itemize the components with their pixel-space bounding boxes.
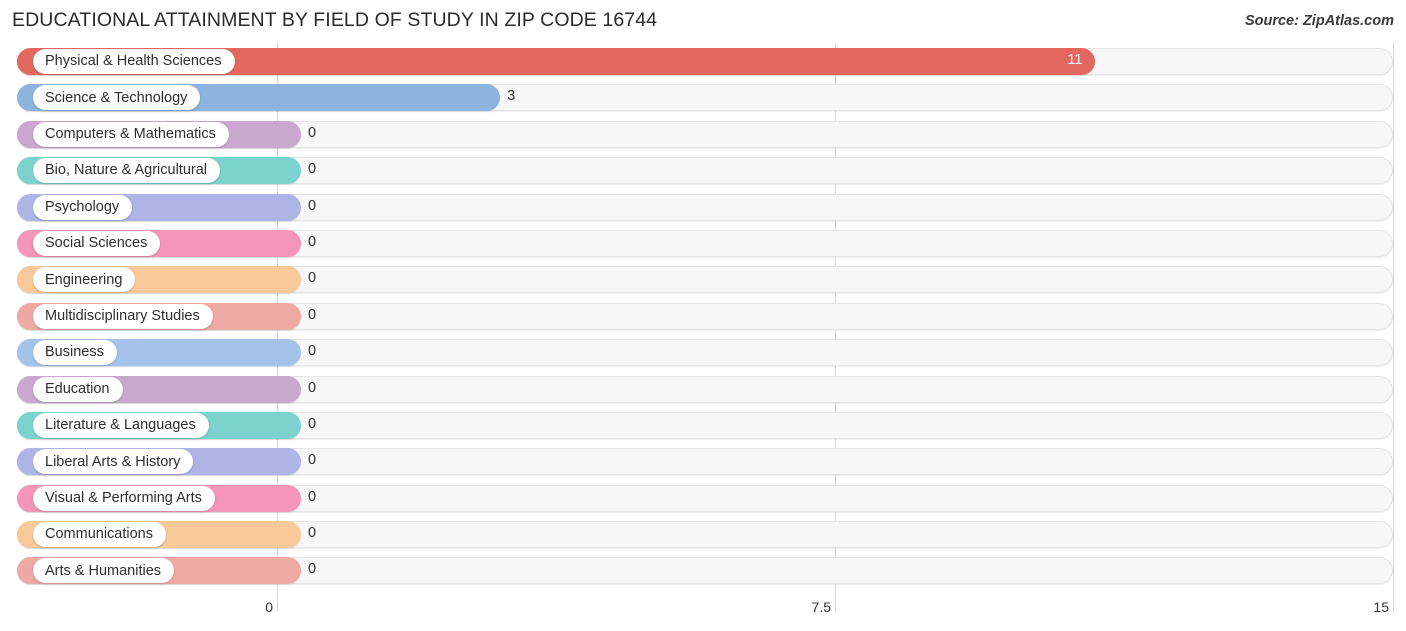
category-label-pill[interactable]: Liberal Arts & History xyxy=(33,449,194,475)
bar-value-label: 0 xyxy=(308,124,317,141)
bar-row[interactable]: Business 0 xyxy=(0,335,1406,371)
bar-value-label: 0 xyxy=(308,488,317,505)
bar-value-label: 0 xyxy=(308,270,317,287)
category-label: Social Sciences xyxy=(45,235,148,252)
category-label: Computers & Mathematics xyxy=(45,126,216,143)
category-label: Bio, Nature & Agricultural xyxy=(45,162,207,179)
plot-area: Physical & Health Sciences 11 Science & Te… xyxy=(0,44,1406,596)
category-label: Engineering xyxy=(45,271,123,288)
bar-row[interactable]: Arts & Humanities 0 xyxy=(0,553,1406,589)
category-label-pill[interactable]: Education xyxy=(33,376,123,402)
chart-page: EDUCATIONAL ATTAINMENT BY FIELD OF STUDY… xyxy=(0,0,1406,631)
axis-tickmark xyxy=(835,596,836,612)
category-label: Psychology xyxy=(45,198,120,215)
chart-header: EDUCATIONAL ATTAINMENT BY FIELD OF STUDY… xyxy=(0,0,1406,44)
bar-value-label: 11 xyxy=(1067,52,1083,68)
bar-row[interactable]: Education 0 xyxy=(0,372,1406,408)
bar-row[interactable]: Social Sciences 0 xyxy=(0,226,1406,262)
category-label: Arts & Humanities xyxy=(45,562,162,579)
bar-row[interactable]: Engineering 0 xyxy=(0,262,1406,298)
axis-tickmark xyxy=(1393,596,1394,612)
x-axis: 0 7.5 15 xyxy=(0,596,1406,631)
bar-row[interactable]: Physical & Health Sciences 11 xyxy=(0,44,1406,80)
bar-row[interactable]: Science & Technology 3 xyxy=(0,80,1406,116)
bar-row[interactable]: Multidisciplinary Studies 0 xyxy=(0,299,1406,335)
category-label-pill[interactable]: Arts & Humanities xyxy=(33,558,175,584)
category-label: Business xyxy=(45,344,104,361)
bar-row[interactable]: Bio, Nature & Agricultural 0 xyxy=(0,153,1406,189)
bar-value-label: 0 xyxy=(308,306,317,323)
bar-rows: Physical & Health Sciences 11 Science & Te… xyxy=(0,44,1406,590)
category-label-pill[interactable]: Computers & Mathematics xyxy=(33,121,229,147)
bar-row[interactable]: Visual & Performing Arts 0 xyxy=(0,481,1406,517)
bar-value-label: 0 xyxy=(308,379,317,396)
category-label: Liberal Arts & History xyxy=(45,453,181,470)
page-title: EDUCATIONAL ATTAINMENT BY FIELD OF STUDY… xyxy=(12,9,658,31)
category-label: Physical & Health Sciences xyxy=(45,53,222,70)
bar-value-label: 0 xyxy=(308,415,317,432)
source-attribution: Source: ZipAtlas.com xyxy=(1244,13,1394,29)
bar-row[interactable]: Communications 0 xyxy=(0,517,1406,553)
category-label-pill[interactable]: Literature & Languages xyxy=(33,412,209,438)
bar-value-label: 3 xyxy=(507,88,516,105)
category-label: Visual & Performing Arts xyxy=(45,489,202,506)
x-tick-label: 15 xyxy=(1373,599,1389,615)
category-label-pill[interactable]: Physical & Health Sciences xyxy=(33,49,235,74)
bar-value-label: 0 xyxy=(308,452,317,469)
category-label-pill[interactable]: Communications xyxy=(33,522,166,548)
bar-row[interactable]: Computers & Mathematics 0 xyxy=(0,117,1406,153)
bar-value-label: 0 xyxy=(308,343,317,360)
x-tick-label: 0 xyxy=(265,599,273,615)
category-label-pill[interactable]: Bio, Nature & Agricultural xyxy=(33,158,220,184)
category-label: Science & Technology xyxy=(45,89,188,106)
category-label-pill[interactable]: Social Sciences xyxy=(33,230,161,256)
axis-tickmark xyxy=(277,596,278,612)
category-label: Communications xyxy=(45,526,153,543)
bar-row[interactable]: Literature & Languages 0 xyxy=(0,408,1406,444)
category-label-pill[interactable]: Engineering xyxy=(33,267,136,293)
bar-value-label: 0 xyxy=(308,233,317,250)
category-label-pill[interactable]: Science & Technology xyxy=(33,85,201,111)
x-tick-label: 7.5 xyxy=(811,599,831,615)
bar-value-label: 0 xyxy=(308,561,317,578)
category-label-pill[interactable]: Visual & Performing Arts xyxy=(33,485,215,511)
category-label: Education xyxy=(45,380,110,397)
bar-row[interactable]: Psychology 0 xyxy=(0,190,1406,226)
bar-value-label: 0 xyxy=(308,197,317,214)
category-label-pill[interactable]: Multidisciplinary Studies xyxy=(33,303,213,329)
bar-value-label: 0 xyxy=(308,161,317,178)
category-label-pill[interactable]: Business xyxy=(33,340,117,366)
category-label-pill[interactable]: Psychology xyxy=(33,194,133,220)
category-label: Multidisciplinary Studies xyxy=(45,307,200,324)
bar-row[interactable]: Liberal Arts & History 0 xyxy=(0,444,1406,480)
category-label: Literature & Languages xyxy=(45,417,196,434)
bar-value-label: 0 xyxy=(308,525,317,542)
